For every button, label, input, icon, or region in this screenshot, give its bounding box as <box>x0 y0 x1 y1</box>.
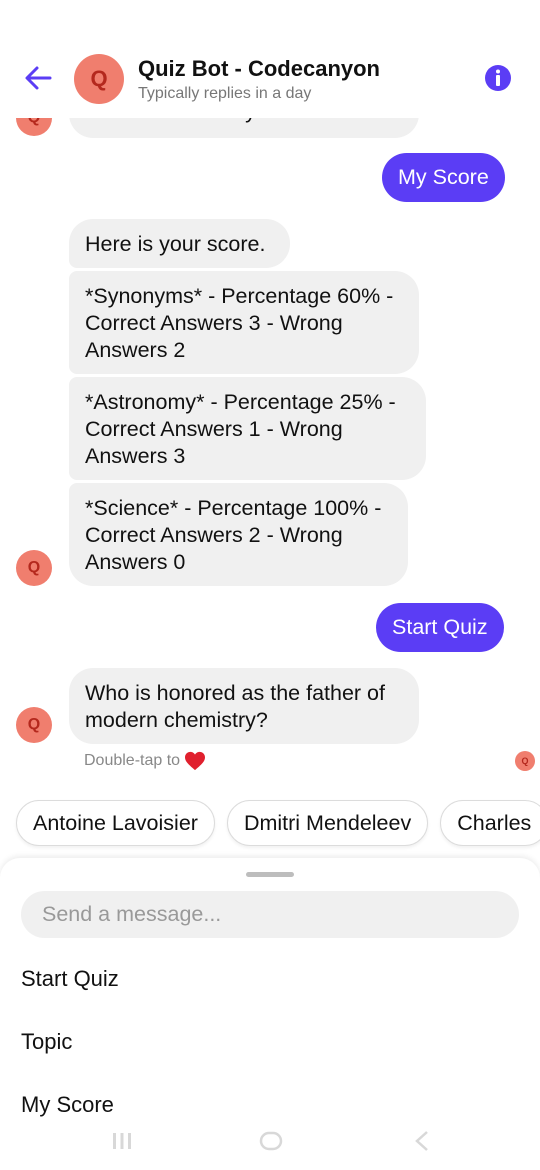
bot-message-score: *Science* - Percentage 100% - Correct An… <box>69 483 408 586</box>
system-nav-bar <box>0 1118 540 1170</box>
info-icon[interactable] <box>483 63 513 93</box>
bot-avatar: Q <box>16 707 52 743</box>
heart-icon <box>185 751 206 771</box>
chat-subtitle: Typically replies in a day <box>138 85 312 102</box>
quick-reply-chip[interactable]: Dmitri Mendeleev <box>226 800 429 846</box>
bot-message-question: Who is honored as the father of modern c… <box>69 668 419 744</box>
arrow-left-icon <box>25 66 52 90</box>
quick-reply-chip[interactable]: Charles <box>440 800 540 846</box>
bot-avatar: Q <box>16 550 52 586</box>
user-message: Start Quiz <box>376 603 504 652</box>
bot-message-score: *Synonyms* - Percentage 60% - Correct An… <box>69 271 419 374</box>
home-icon[interactable] <box>258 1130 284 1152</box>
quick-reply-chip[interactable]: Antoine Lavoisier <box>16 800 215 846</box>
back-nav-icon[interactable] <box>412 1130 432 1152</box>
menu-item-start-quiz[interactable]: Start Quiz <box>21 966 119 992</box>
chat-title: Quiz Bot - Codecanyon <box>138 56 380 81</box>
bot-message: Here is your score. <box>69 219 290 268</box>
chat-header: Q Quiz Bot - Codecanyon Typically replie… <box>0 0 540 118</box>
bot-message-score: *Astronomy* - Percentage 25% - Correct A… <box>69 377 426 480</box>
menu-item-topic[interactable]: Topic <box>21 1029 72 1055</box>
read-receipt-avatar: Q <box>515 751 535 771</box>
back-button[interactable] <box>18 60 58 96</box>
chat-thread[interactable]: modern chemistry? Q My Score Here is you… <box>0 0 540 860</box>
composer-sheet: Start Quiz Topic My Score <box>0 858 540 1118</box>
recent-apps-icon[interactable] <box>110 1130 134 1152</box>
user-message: My Score <box>382 153 505 202</box>
menu-item-my-score[interactable]: My Score <box>21 1092 114 1118</box>
quick-replies: Antoine Lavoisier Dmitri Mendeleev Charl… <box>16 800 540 848</box>
message-input[interactable] <box>21 891 519 938</box>
double-tap-hint: Double-tap to <box>84 751 206 771</box>
sheet-handle[interactable] <box>246 872 294 877</box>
bot-avatar[interactable]: Q <box>74 54 124 104</box>
